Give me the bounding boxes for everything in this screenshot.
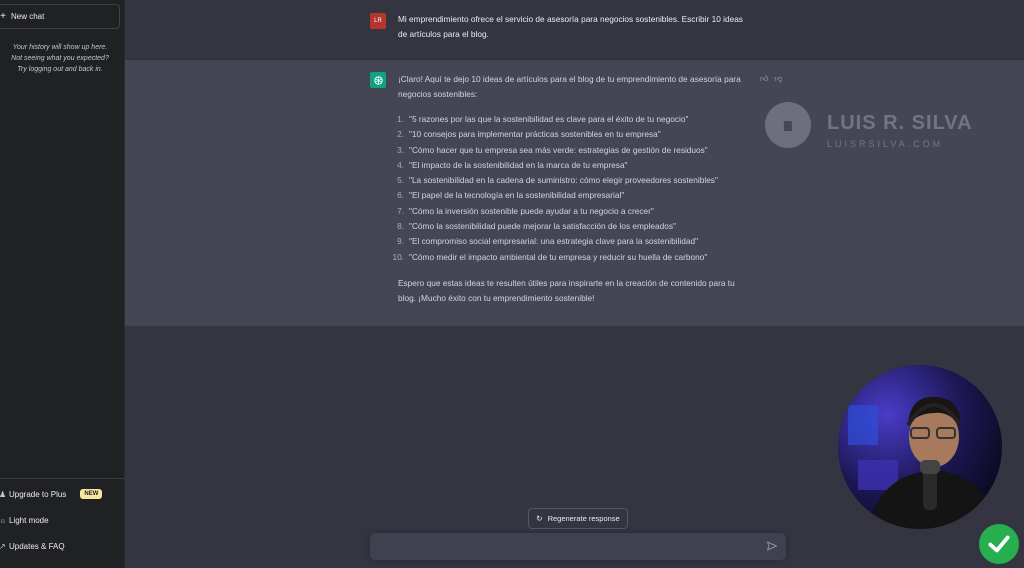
history-note: Your history will show up here. Not seei… <box>0 42 120 75</box>
new-chat-button[interactable]: + New chat <box>0 4 120 29</box>
history-note-line: Your history will show up here. <box>12 44 108 51</box>
presenter-image <box>838 365 1002 529</box>
list-number: 7. <box>397 205 404 216</box>
light-mode-button[interactable]: ☼ Light mode <box>0 511 120 529</box>
regenerate-label: Regenerate response <box>547 514 620 523</box>
assistant-message-row: ¡Claro! Aquí te dejo 10 ideas de artícul… <box>125 60 1024 326</box>
upgrade-label: Upgrade to Plus <box>9 489 67 499</box>
list-text: "El papel de la tecnología en la sosteni… <box>409 190 625 201</box>
assistant-outro: Espero que estas ideas te resulten útile… <box>398 278 735 303</box>
ideas-list: 1. "5 razones por las que la sostenibilid… <box>387 112 767 265</box>
new-badge: NEW <box>80 489 103 499</box>
list-number: 6. <box>397 190 404 201</box>
list-item: 2. "10 consejos para implementar práctica… <box>387 127 767 142</box>
external-link-icon: ↗ <box>0 541 6 551</box>
watermark-logo-icon: ∎ <box>765 102 811 148</box>
list-text: "Cómo la sostenibilidad puede mejorar la… <box>409 221 676 232</box>
upgrade-to-plus-button[interactable]: ♟ Upgrade to Plus NEW <box>0 485 120 503</box>
updates-faq-link[interactable]: ↗ Updates & FAQ <box>0 537 120 555</box>
checkmark-icon <box>979 524 1019 564</box>
openai-logo-icon <box>370 72 386 88</box>
list-number: 4. <box>397 159 404 170</box>
webcam-overlay <box>838 365 1002 529</box>
list-item: 5. "La sostenibilidad en la cadena de sum… <box>387 173 767 188</box>
list-text: "5 razones por las que la sostenibilidad… <box>409 114 689 124</box>
list-number: 3. <box>397 144 404 155</box>
list-item: 8. "Cómo la sostenibilidad puede mejorar … <box>387 219 767 234</box>
list-number: 2. <box>397 129 404 140</box>
new-chat-label: New chat <box>11 12 45 21</box>
user-message: Mi emprendimiento ofrece el servicio de … <box>398 14 743 39</box>
watermark-subtitle: LUISRSILVA.COM <box>827 139 944 149</box>
list-item: 1. "5 razones por las que la sostenibilid… <box>387 112 767 127</box>
list-number: 5. <box>397 175 404 186</box>
sidebar: + New chat Your history will show up her… <box>0 0 125 568</box>
light-mode-label: Light mode <box>9 515 49 525</box>
thumbs-down-icon[interactable]: 👎︎ <box>774 74 782 84</box>
list-text: "Cómo medir el impacto ambiental de tu e… <box>409 251 708 262</box>
message-input[interactable] <box>380 539 750 554</box>
list-number: 10. <box>392 251 404 262</box>
list-item: 4. "El impacto de la sostenibilidad en la… <box>387 158 767 173</box>
list-text: "Cómo hacer que tu empresa sea más verde… <box>409 144 708 155</box>
plus-icon: + <box>0 11 6 22</box>
send-icon[interactable] <box>766 540 778 552</box>
message-composer <box>370 533 786 560</box>
user-icon: ♟ <box>0 489 7 499</box>
sun-icon: ☼ <box>0 515 7 525</box>
list-item: 3. "Cómo hacer que tu empresa sea más ver… <box>387 143 767 158</box>
refresh-icon: ↻ <box>536 514 543 523</box>
list-text: "La sostenibilidad en la cadena de sumin… <box>409 175 718 186</box>
list-text: "El compromiso social empresarial: una e… <box>409 236 699 247</box>
watermark-title: LUIS R. SILVA <box>827 112 973 134</box>
updates-label: Updates & FAQ <box>9 541 65 551</box>
thumbs-up-icon[interactable]: 👍︎ <box>760 74 768 84</box>
list-number: 1. <box>397 114 404 124</box>
list-item: 10. "Cómo medir el impacto ambiental de t… <box>387 250 767 265</box>
assistant-intro: ¡Claro! Aquí te dejo 10 ideas de artícul… <box>398 74 741 99</box>
list-text: "El impacto de la sostenibilidad en la m… <box>409 159 628 170</box>
list-text: "10 consejos para implementar prácticas … <box>409 129 661 140</box>
regenerate-response-button[interactable]: ↻ Regenerate response <box>528 508 628 529</box>
list-item: 7. "Cómo la inversión sostenible puede ay… <box>387 204 767 219</box>
list-item: 6. "El papel de la tecnología en la soste… <box>387 188 767 203</box>
user-avatar: LR <box>370 13 386 29</box>
list-number: 8. <box>397 221 404 232</box>
history-note-line: Try logging out and back in. <box>17 66 103 73</box>
user-message-row: LR Mi emprendimiento ofrece el servicio … <box>125 0 1024 60</box>
list-item: 9. "El compromiso social empresarial: una… <box>387 234 767 249</box>
history-note-line: Not seeing what you expected? <box>11 55 109 62</box>
sidebar-divider <box>0 478 125 479</box>
list-number: 9. <box>397 236 404 247</box>
feedback-buttons: 👍︎ 👎︎ <box>760 74 783 84</box>
list-text: "Cómo la inversión sostenible puede ayud… <box>409 205 654 216</box>
watermark: ∎ LUIS R. SILVA LUISRSILVA.COM <box>765 100 985 156</box>
